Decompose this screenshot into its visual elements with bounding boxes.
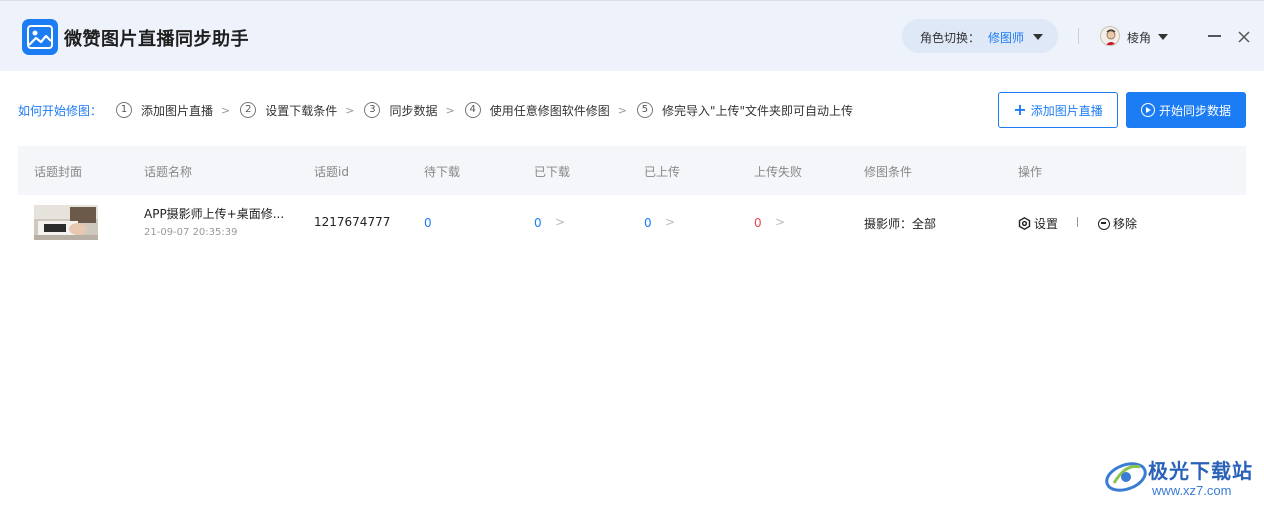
watermark-url: www.xz7.com <box>1152 483 1232 498</box>
howto-steps: 如何开始修图： 1 添加图片直播 > 2 设置下载条件 > 3 同步数据 > 4… <box>18 101 853 119</box>
step-3: 3 同步数据 <box>364 102 438 119</box>
step-2: 2 设置下载条件 <box>240 102 337 119</box>
chevron-right-icon[interactable]: > <box>775 215 785 229</box>
header-divider <box>1078 28 1079 44</box>
step-label: 设置下载条件 <box>265 103 338 118</box>
close-icon[interactable] <box>1237 29 1251 43</box>
minus-circle-icon <box>1098 217 1110 230</box>
watermark: 极光下载站 www.xz7.com <box>1104 453 1260 501</box>
step-number: 3 <box>364 102 381 118</box>
step-number: 5 <box>636 102 653 118</box>
col-header-actions: 操作 <box>1018 165 1043 179</box>
step-label: 使用任意修图软件修图 <box>489 103 610 118</box>
watermark-logo-icon <box>1105 462 1147 492</box>
caret-down-icon <box>1033 34 1043 40</box>
step-number: 1 <box>116 102 133 118</box>
chevron-right-icon: > <box>221 103 231 117</box>
col-header-id: 话题id <box>314 165 349 179</box>
step-5: 5 修完导入"上传"文件夹即可自动上传 <box>636 102 853 119</box>
chevron-right-icon[interactable]: > <box>665 215 675 229</box>
topic-cover-image[interactable] <box>34 205 98 240</box>
chevron-right-icon: > <box>617 103 627 117</box>
col-header-cover: 话题封面 <box>34 165 83 179</box>
gear-icon <box>1018 217 1031 230</box>
col-header-condition: 修图条件 <box>864 165 913 179</box>
col-header-failed: 上传失败 <box>754 165 803 179</box>
user-menu-caret-icon[interactable] <box>1158 34 1168 40</box>
retouch-condition: 摄影师：全部 <box>864 217 937 231</box>
start-sync-label: 开始同步数据 <box>1158 103 1231 118</box>
add-live-button[interactable]: + 添加图片直播 <box>998 92 1118 128</box>
play-circle-icon <box>1140 103 1155 117</box>
table-header: 话题封面 话题名称 话题id 待下载 已下载 已上传 上传失败 修图条件 操作 <box>18 146 1246 195</box>
col-header-uploaded: 已上传 <box>644 165 681 179</box>
topic-time: 21-09-07 20:35:39 <box>144 227 238 238</box>
step-4: 4 使用任意修图软件修图 <box>464 102 610 119</box>
settings-button[interactable]: 设置 <box>1018 215 1058 232</box>
failed-count[interactable]: 0 <box>754 216 762 230</box>
step-1: 1 添加图片直播 <box>116 102 213 119</box>
minimize-icon[interactable] <box>1208 35 1221 37</box>
chevron-right-icon[interactable]: > <box>555 215 565 229</box>
add-live-label: 添加图片直播 <box>1030 103 1103 118</box>
chevron-right-icon: > <box>445 103 455 117</box>
plus-icon: + <box>1013 100 1027 119</box>
step-label: 添加图片直播 <box>141 103 214 118</box>
start-sync-button[interactable]: 开始同步数据 <box>1126 92 1246 128</box>
step-number: 2 <box>240 102 257 118</box>
remove-button[interactable]: 移除 <box>1098 215 1137 232</box>
topic-name: APP摄影师上传+桌面修... <box>144 207 285 221</box>
step-label: 同步数据 <box>389 103 438 118</box>
col-header-downloaded: 已下载 <box>534 165 571 179</box>
chevron-right-icon: > <box>345 103 355 117</box>
role-switch-value: 修图师 <box>988 31 1025 45</box>
settings-label: 设置 <box>1034 217 1059 231</box>
app-title: 微赞图片直播同步助手 <box>64 29 249 50</box>
step-number: 4 <box>464 102 481 118</box>
watermark-text: 极光下载站 <box>1148 459 1253 483</box>
avatar[interactable] <box>1100 26 1120 46</box>
step-label: 修完导入"上传"文件夹即可自动上传 <box>661 103 853 118</box>
pending-count: 0 <box>424 216 432 230</box>
remove-label: 移除 <box>1113 217 1138 231</box>
action-divider <box>1077 217 1078 227</box>
steps-intro: 如何开始修图： <box>18 103 103 118</box>
downloaded-count[interactable]: 0 <box>534 216 542 230</box>
role-switch-label: 角色切换： <box>920 31 981 45</box>
col-header-name: 话题名称 <box>144 165 193 179</box>
role-switch-dropdown[interactable]: 角色切换： 修图师 <box>902 19 1058 53</box>
col-header-pending: 待下载 <box>424 165 461 179</box>
uploaded-count[interactable]: 0 <box>644 216 652 230</box>
title-bar: 微赞图片直播同步助手 角色切换： 修图师 棱角 <box>0 1 1264 71</box>
topic-id: 1217674777 <box>314 215 391 229</box>
app-logo-icon <box>22 19 58 55</box>
user-name[interactable]: 棱角 <box>1127 29 1151 46</box>
table-row: APP摄影师上传+桌面修... 21-09-07 20:35:39 121767… <box>18 195 1246 251</box>
